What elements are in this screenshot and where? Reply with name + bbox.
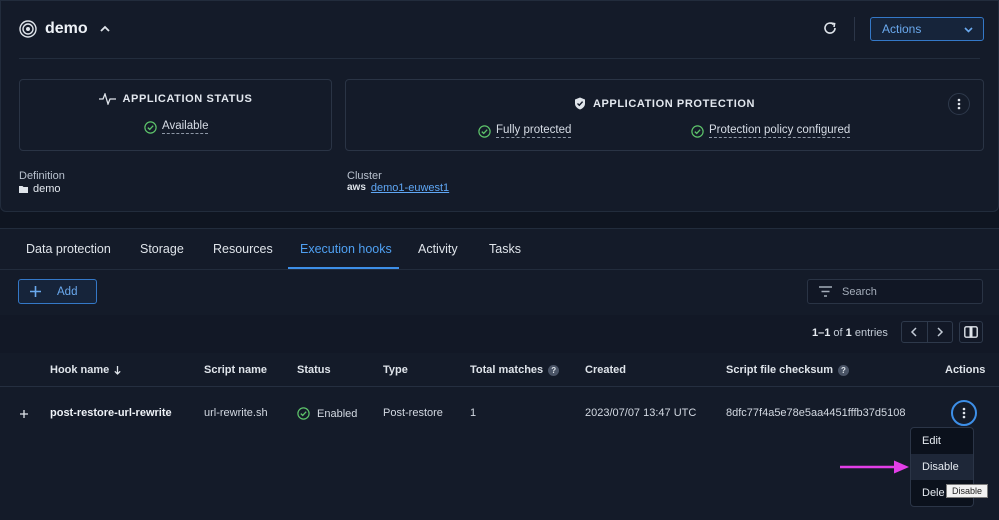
application-protection-card: APPLICATION PROTECTION Fully protected P…: [345, 79, 984, 151]
concentric-circles-icon: [19, 20, 37, 38]
total-matches-cell: 1: [470, 407, 477, 419]
help-icon[interactable]: ?: [838, 364, 849, 376]
entries-total: 1: [845, 327, 852, 339]
column-hook-name[interactable]: Hook name: [50, 364, 121, 376]
annotation-arrow-icon: [840, 460, 909, 474]
columns-icon: [964, 326, 978, 338]
status-title-text: APPLICATION STATUS: [122, 93, 253, 105]
status-value[interactable]: Available: [162, 120, 209, 134]
policy-configured-text[interactable]: Protection policy configured: [709, 124, 851, 138]
shield-icon: [574, 97, 585, 110]
check-circle-icon: [297, 407, 310, 420]
entries-range: 1–1: [812, 327, 831, 339]
pagination-bar: 1–1 of 1 entries: [0, 315, 999, 353]
kebab-icon: [962, 407, 966, 419]
refresh-icon[interactable]: [821, 19, 839, 37]
column-actions: Actions: [945, 364, 986, 376]
search-field[interactable]: [807, 279, 983, 304]
application-card: demo Actions APPLICATION STATUS Availabl…: [0, 0, 999, 212]
hook-name-cell: post-restore-url-rewrite: [50, 407, 172, 419]
tab-resources[interactable]: Resources: [213, 242, 273, 256]
kebab-icon: [957, 98, 961, 110]
protection-fully-protected: Fully protected: [478, 124, 572, 138]
chevron-right-icon: [937, 327, 944, 337]
total-matches-header: Total matches: [470, 364, 544, 376]
entries-of: of: [833, 327, 843, 339]
table-row: post-restore-url-rewrite url-rewrite.sh …: [0, 388, 999, 440]
tab-activity[interactable]: Activity: [418, 242, 458, 256]
cluster-link[interactable]: demo1-euwest1: [371, 182, 449, 194]
chevron-down-icon: [964, 27, 973, 33]
entries-word: entries: [854, 327, 888, 339]
tab-bar: Data protection Storage Resources Execut…: [0, 229, 999, 270]
filter-icon: [819, 286, 832, 297]
definition-name: demo: [33, 183, 61, 195]
heartbeat-icon: [98, 93, 116, 105]
protection-more-button[interactable]: [948, 93, 970, 115]
application-status-card: APPLICATION STATUS Available: [19, 79, 332, 151]
row-actions-button[interactable]: [951, 400, 977, 426]
add-label: Add: [57, 285, 78, 298]
column-script-name[interactable]: Script name: [204, 364, 267, 376]
check-circle-icon: [691, 124, 704, 138]
header-separator: [19, 58, 980, 59]
script-name-cell: url-rewrite.sh: [204, 407, 268, 419]
status-text: Enabled: [317, 407, 358, 420]
column-checksum[interactable]: Script file checksum ?: [726, 364, 849, 376]
menu-item-disable[interactable]: Disable: [911, 454, 973, 480]
tab-tasks[interactable]: Tasks: [489, 242, 521, 256]
next-page-button[interactable]: [926, 322, 952, 342]
status-cell: Enabled: [297, 407, 357, 420]
cluster-label: Cluster: [347, 170, 382, 182]
type-cell: Post-restore: [383, 407, 443, 419]
tab-data-protection[interactable]: Data protection: [26, 242, 111, 256]
tab-execution-hooks[interactable]: Execution hooks: [300, 242, 392, 256]
actions-dropdown-button[interactable]: Actions: [870, 17, 984, 41]
checksum-cell: 8dfc77f4a5e78e5aa4451fffb37d5108: [726, 407, 906, 419]
pagination-controls: [901, 321, 953, 343]
column-toggle-button[interactable]: [959, 321, 983, 343]
check-circle-icon: [144, 120, 157, 134]
tab-storage[interactable]: Storage: [140, 242, 184, 256]
column-total-matches[interactable]: Total matches ?: [470, 364, 560, 376]
created-cell: 2023/07/07 13:47 UTC: [585, 407, 697, 419]
header-divider: [854, 17, 855, 41]
chevron-up-icon[interactable]: [98, 22, 112, 36]
definition-label: Definition: [19, 170, 65, 182]
app-header: demo: [19, 17, 112, 41]
column-status[interactable]: Status: [297, 364, 331, 376]
column-created[interactable]: Created: [585, 364, 626, 376]
aws-logo: aws: [347, 182, 366, 193]
protection-policy-configured: Protection policy configured: [691, 124, 851, 138]
sort-down-arrow-icon: [114, 365, 121, 375]
definition-value: demo: [19, 183, 61, 195]
chevron-left-icon: [911, 327, 918, 337]
add-button[interactable]: Add: [18, 279, 97, 304]
checksum-header: Script file checksum: [726, 364, 833, 376]
hook-name-header: Hook name: [50, 364, 110, 376]
plus-icon: [30, 286, 41, 297]
cluster-value: aws demo1-euwest1: [347, 182, 449, 194]
fully-protected-text[interactable]: Fully protected: [496, 124, 572, 138]
actions-label: Actions: [882, 22, 922, 36]
active-tab-indicator: [288, 267, 399, 269]
status-title: APPLICATION STATUS: [20, 93, 331, 105]
folder-icon: [19, 185, 28, 193]
app-title: demo: [45, 20, 88, 37]
check-circle-icon: [478, 124, 491, 138]
plus-icon[interactable]: [19, 409, 29, 419]
previous-page-button[interactable]: [902, 322, 927, 342]
table-header: Hook name Script name Status Type Total …: [0, 353, 999, 387]
menu-item-edit[interactable]: Edit: [911, 428, 973, 454]
disable-tooltip: Disable: [946, 484, 988, 498]
search-input[interactable]: [842, 285, 972, 298]
detail-panel: Data protection Storage Resources Execut…: [0, 228, 999, 520]
protection-title: APPLICATION PROTECTION: [346, 97, 983, 110]
status-available: Available: [144, 120, 209, 134]
entries-count: 1–1 of 1 entries: [812, 327, 888, 339]
protection-title-text: APPLICATION PROTECTION: [592, 97, 756, 110]
help-icon[interactable]: ?: [548, 364, 560, 376]
column-type[interactable]: Type: [383, 364, 408, 376]
